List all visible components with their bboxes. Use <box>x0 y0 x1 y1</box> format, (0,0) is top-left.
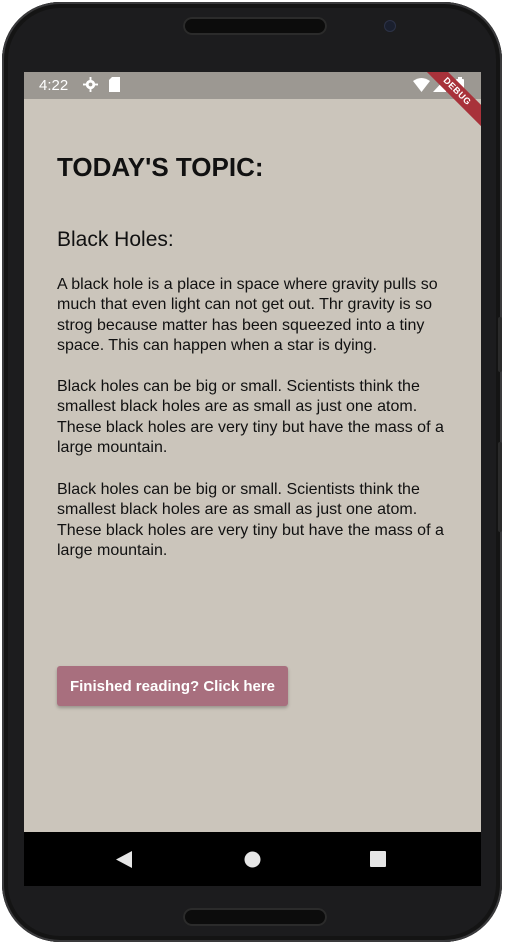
section-heading: Black Holes: <box>57 228 174 251</box>
status-bar: 4:22 DEBUG <box>24 72 481 130</box>
top-speaker <box>183 17 327 35</box>
paragraph: Black holes can be big or small. Scienti… <box>57 378 444 456</box>
settings-icon <box>83 77 98 97</box>
app-screen: 4:22 DEBUG TODAY'S TOPIC: Black Holes: A… <box>24 72 481 886</box>
sd-card-icon <box>108 77 121 97</box>
finished-reading-button[interactable]: Finished reading? Click here <box>57 666 288 706</box>
volume-button[interactable] <box>498 317 502 372</box>
bottom-speaker <box>183 908 327 926</box>
back-icon[interactable] <box>116 851 132 873</box>
paragraph: A black hole is a place in space where g… <box>57 276 438 354</box>
status-time: 4:22 <box>39 77 69 94</box>
wifi-icon <box>413 78 430 97</box>
home-icon[interactable] <box>244 851 261 873</box>
recents-icon[interactable] <box>370 851 386 872</box>
front-camera <box>385 21 395 31</box>
paragraph: Black holes can be big or small. Scienti… <box>57 481 444 559</box>
power-button[interactable] <box>498 442 502 532</box>
page-title: TODAY'S TOPIC: <box>57 152 264 182</box>
navigation-bar <box>24 832 481 886</box>
